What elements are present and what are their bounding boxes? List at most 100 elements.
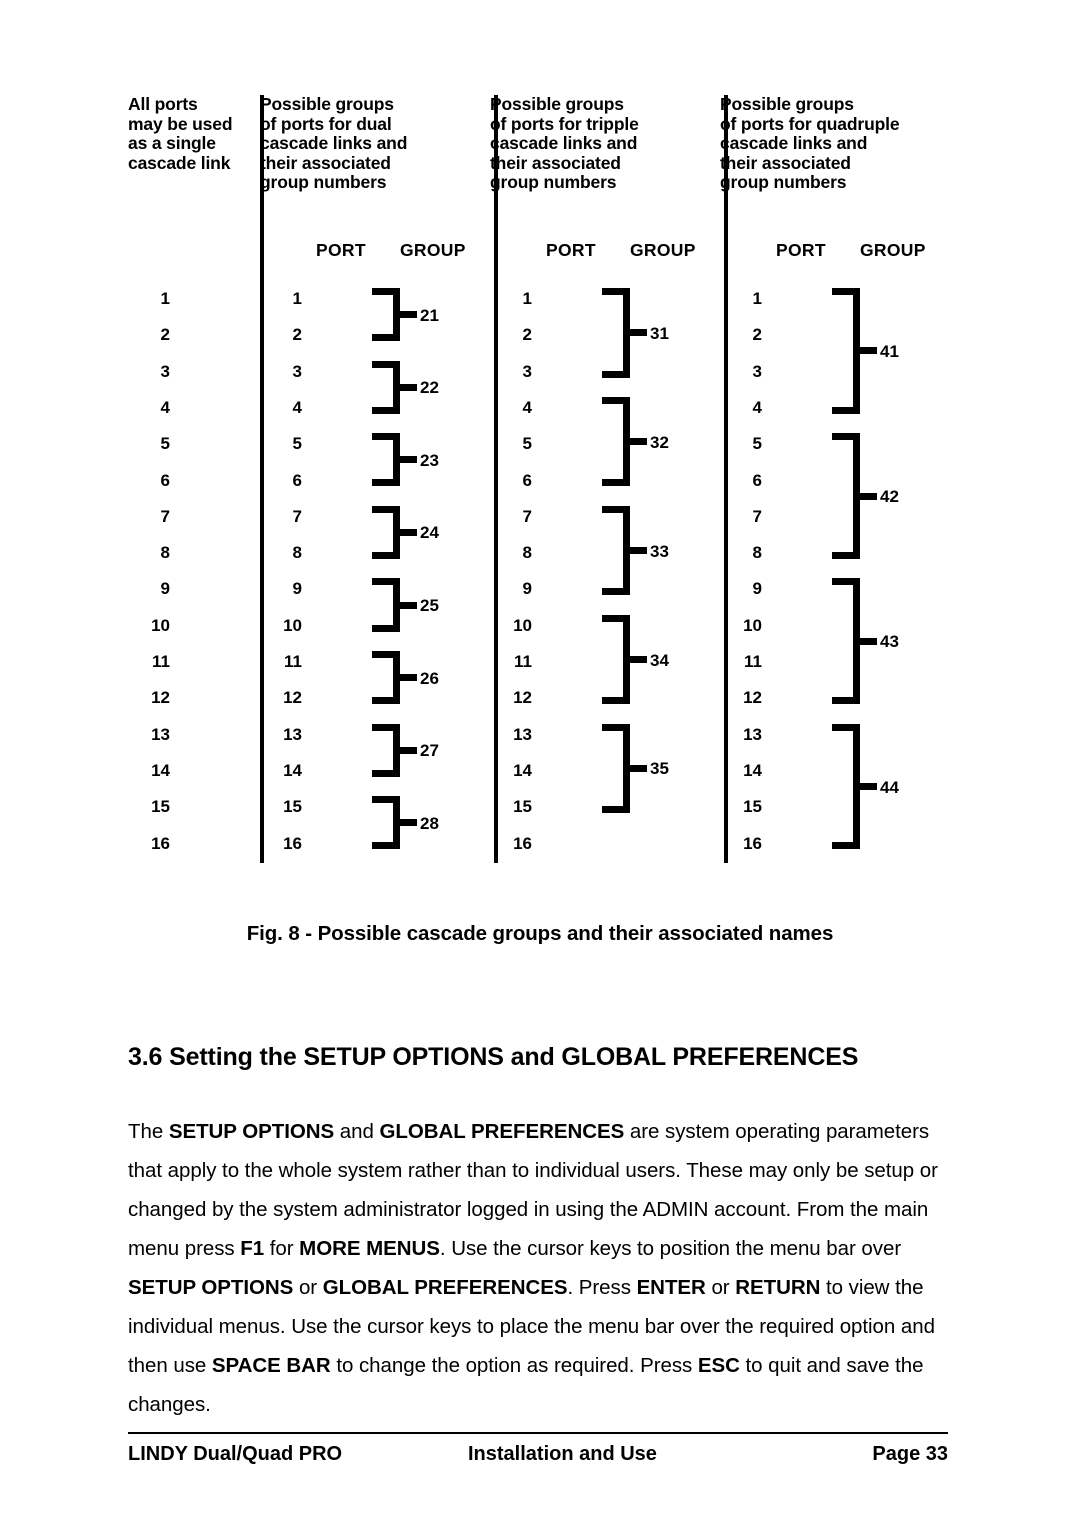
brace-pointer [630,547,647,555]
port-number: 2 [752,325,762,345]
column-header-port-triple: PORT [546,240,596,260]
group-number: 41 [880,341,899,361]
port-number: 9 [752,579,762,599]
port-number: 6 [522,470,532,490]
port-number: 4 [522,397,532,417]
brace-spine [623,723,630,814]
paragraph-text: for [264,1237,300,1260]
brace-spine [853,288,860,414]
brace-pointer [400,383,417,391]
port-number: 5 [752,434,762,454]
group-number: 44 [880,777,899,797]
paragraph-text: . Press [567,1276,637,1299]
group-number: 34 [650,650,669,670]
port-number: 13 [283,724,302,744]
port-number: 16 [151,833,170,853]
paragraph-emphasis: RETURN [735,1276,821,1299]
brace-spine [853,433,860,560]
paragraph-emphasis: MORE MENUS [299,1237,440,1260]
column-header-port-quadruple: PORT [776,240,826,260]
port-number: 8 [752,543,762,563]
brace-spine [393,505,400,560]
port-number: 15 [283,797,302,817]
group-brace [372,651,417,705]
group-brace [832,288,877,414]
group-brace [372,505,417,560]
page-footer: LINDY Dual/Quad PRO Installation and Use… [128,1443,948,1473]
brace-spine [623,614,630,705]
paragraph-emphasis: ENTER [636,1276,706,1299]
port-number: 12 [283,688,302,708]
brace-pointer [860,347,877,355]
port-number: 12 [513,688,532,708]
column-caption-triple: Possible groups of ports for tripple cas… [490,94,639,192]
column-header-port-dual: PORT [316,240,366,260]
port-number: 3 [752,361,762,381]
brace-pointer [400,674,417,682]
port-number: 10 [743,615,762,635]
paragraph-emphasis: ESC [697,1354,740,1377]
group-brace [372,796,417,850]
brace-spine [393,433,400,487]
group-brace [832,433,877,560]
group-number: 43 [880,632,899,652]
port-number: 11 [744,652,762,671]
figure-column-triple: Possible groups of ports for tripple cas… [490,94,720,865]
group-brace [602,723,647,814]
port-number: 7 [522,506,532,526]
section-heading: 3.6 Setting the SETUP OPTIONS and GLOBAL… [128,1043,859,1071]
brace-spine [623,396,630,487]
paragraph-text: and [334,1120,380,1143]
column-caption-single: All ports may be used as a single cascad… [128,94,233,173]
group-number: 32 [650,432,669,452]
group-brace [602,505,647,596]
group-brace [602,288,647,378]
paragraph-emphasis: GLOBAL PREFERENCES [379,1120,625,1143]
brace-pointer [630,329,647,337]
port-number: 11 [514,652,532,671]
group-number: 28 [420,813,439,833]
port-number: 15 [513,797,532,817]
figure-column-single: All ports may be used as a single cascad… [128,94,260,865]
port-number: 8 [522,543,532,563]
figure-column-dual: Possible groups of ports for dual cascad… [260,94,490,865]
brace-pointer [400,311,417,319]
port-number: 5 [292,434,302,454]
group-number: 27 [420,741,439,761]
port-number: 8 [292,543,302,563]
port-number: 3 [160,361,170,381]
port-number: 13 [513,724,532,744]
paragraph-emphasis: SPACE BAR [211,1354,331,1377]
column-header-group-dual: GROUP [400,240,466,260]
group-number: 24 [420,523,439,543]
group-brace [602,614,647,705]
port-number: 11 [284,652,302,671]
group-number: 22 [420,378,439,398]
port-number: 6 [292,470,302,490]
brace-pointer [400,601,417,609]
paragraph-text: The [128,1120,169,1143]
brace-spine [853,723,860,850]
brace-pointer [630,655,647,663]
port-number: 9 [292,579,302,599]
brace-spine [853,578,860,705]
group-number: 42 [880,487,899,507]
port-number: 4 [292,397,302,417]
port-number: 9 [160,579,170,599]
port-number: 13 [743,724,762,744]
paragraph-emphasis: F1 [240,1237,265,1260]
paragraph-emphasis: SETUP OPTIONS [168,1120,335,1143]
paragraph-emphasis: GLOBAL PREFERENCES [322,1276,568,1299]
figure-column-quadruple: Possible groups of ports for quadruple c… [720,94,950,865]
brace-pointer [400,746,417,754]
port-number: 15 [743,797,762,817]
group-brace [832,578,877,705]
column-header-group-quadruple: GROUP [860,240,926,260]
brace-spine [393,360,400,414]
group-number: 25 [420,596,439,616]
port-number: 2 [160,325,170,345]
group-brace [372,578,417,632]
footer-product-name: LINDY Dual/Quad PRO [128,1443,343,1465]
port-number: 16 [743,833,762,853]
port-number: 12 [151,688,170,708]
